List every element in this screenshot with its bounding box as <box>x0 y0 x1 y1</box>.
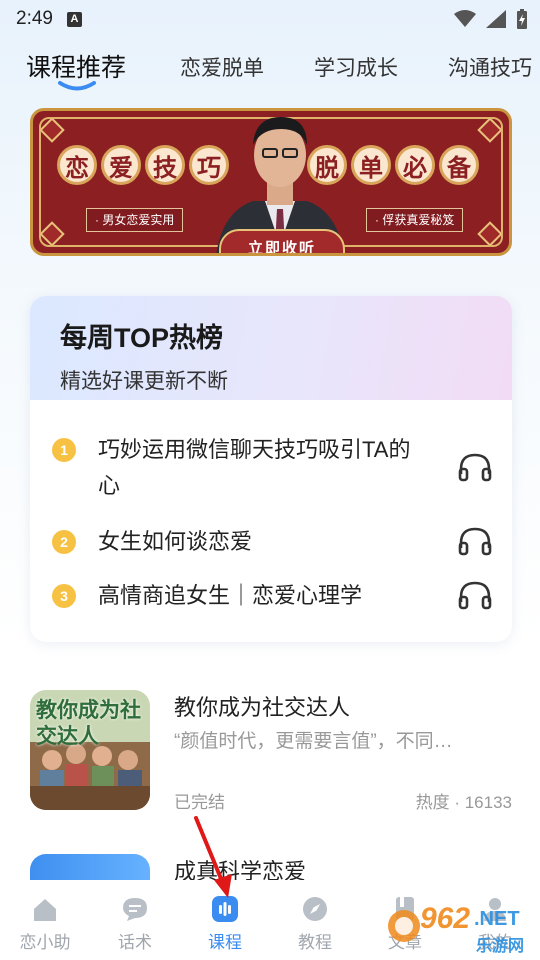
banner-tag-right: · 俘获真爱秘笈 <box>366 208 464 232</box>
signal-icon <box>486 10 506 28</box>
banner-char: 单 <box>351 145 391 185</box>
weekly-top-subtitle: 精选好课更新不断 <box>60 370 228 393</box>
home-icon <box>30 894 60 924</box>
nav-item-tutorials[interactable]: 教程 <box>270 880 360 960</box>
watermark-domain: .NET <box>474 908 520 930</box>
rank-badge: 2 <box>52 530 76 554</box>
headphone-icon[interactable] <box>458 580 492 610</box>
banner-char: 技 <box>145 145 185 185</box>
course-item[interactable]: 教你成为社交达人 教你成为社交达人 “颜值时代，更需要言值”，不同… 已完结 热… <box>30 690 512 812</box>
tab-communication-skills[interactable]: 沟通技巧 <box>448 52 532 82</box>
listen-now-button[interactable]: 立即收听 <box>219 229 345 253</box>
hot-item-title: 女生如何谈恋爱 <box>98 529 253 554</box>
weekly-top-title: 每周TOP热榜 <box>60 323 224 353</box>
banner-char: 必 <box>395 145 435 185</box>
course-cover: 教你成为社交达人 <box>30 690 150 810</box>
banner-char: 备 <box>439 145 479 185</box>
annotation-arrow <box>194 816 232 898</box>
course-description: “颜值时代，更需要言值”，不同… <box>174 731 453 752</box>
nav-label: 教程 <box>298 933 332 952</box>
nav-item-assistant[interactable]: 恋小助 <box>0 880 90 960</box>
rank-badge: 1 <box>52 438 76 462</box>
rank-badge: 3 <box>52 584 76 608</box>
active-tab-indicator <box>58 81 96 91</box>
banner-char: 爱 <box>101 145 141 185</box>
banner-tag-left: · 男女恋爱实用 <box>86 208 184 232</box>
hot-list-item[interactable]: 1 巧妙运用微信聊天技巧吸引TA的心 <box>52 432 492 504</box>
headphone-icon[interactable] <box>458 452 492 482</box>
chat-icon <box>120 894 150 924</box>
tab-love-dating[interactable]: 恋爱脱单 <box>180 52 264 82</box>
status-time: 2:49 <box>16 8 53 29</box>
nav-label: 话术 <box>118 933 152 952</box>
hot-list-item[interactable]: 2 女生如何谈恋爱 <box>52 524 492 560</box>
hot-list-item[interactable]: 3 高情商追女生｜恋爱心理学 <box>52 578 492 614</box>
status-bar: 2:49 A <box>0 0 540 38</box>
watermark-brand: 962 <box>420 902 471 935</box>
headphone-icon[interactable] <box>458 526 492 556</box>
course-title: 教你成为社交达人 <box>174 695 351 720</box>
nav-label: 课程 <box>208 933 242 952</box>
hot-item-title: 高情商追女生｜恋爱心理学 <box>98 583 363 608</box>
status-icons <box>454 9 528 29</box>
course-status: 已完结 <box>174 793 225 812</box>
tab-learning-growth[interactable]: 学习成长 <box>314 52 398 82</box>
banner-char: 恋 <box>57 145 97 185</box>
battery-icon <box>517 9 527 29</box>
site-watermark-logo: 962 .NET 乐游网 <box>384 896 534 958</box>
course-cover-text: 教你成为社交达人 <box>36 699 141 748</box>
wifi-icon <box>454 10 476 27</box>
hot-item-title: 巧妙运用微信聊天技巧吸引TA的心 <box>98 437 411 498</box>
weekly-top-card: 每周TOP热榜 精选好课更新不断 1 巧妙运用微信聊天技巧吸引TA的心 2 女生… <box>30 296 512 642</box>
tab-course-recommend[interactable]: 课程推荐 <box>26 48 126 84</box>
nav-item-scripts[interactable]: 话术 <box>90 880 180 960</box>
weekly-top-header: 每周TOP热榜 精选好课更新不断 <box>30 296 512 400</box>
notification-a-icon: A <box>66 11 82 27</box>
watermark-site: 乐游网 <box>476 938 525 955</box>
compass-icon <box>300 894 330 924</box>
banner-char: 脱 <box>307 145 347 185</box>
promo-banner[interactable]: 恋 爱 技 巧 脱 单 必 备 立即收听 <box>30 108 512 256</box>
nav-label: 恋小助 <box>19 933 71 952</box>
course-heat: 热度 · 16133 <box>415 793 512 812</box>
